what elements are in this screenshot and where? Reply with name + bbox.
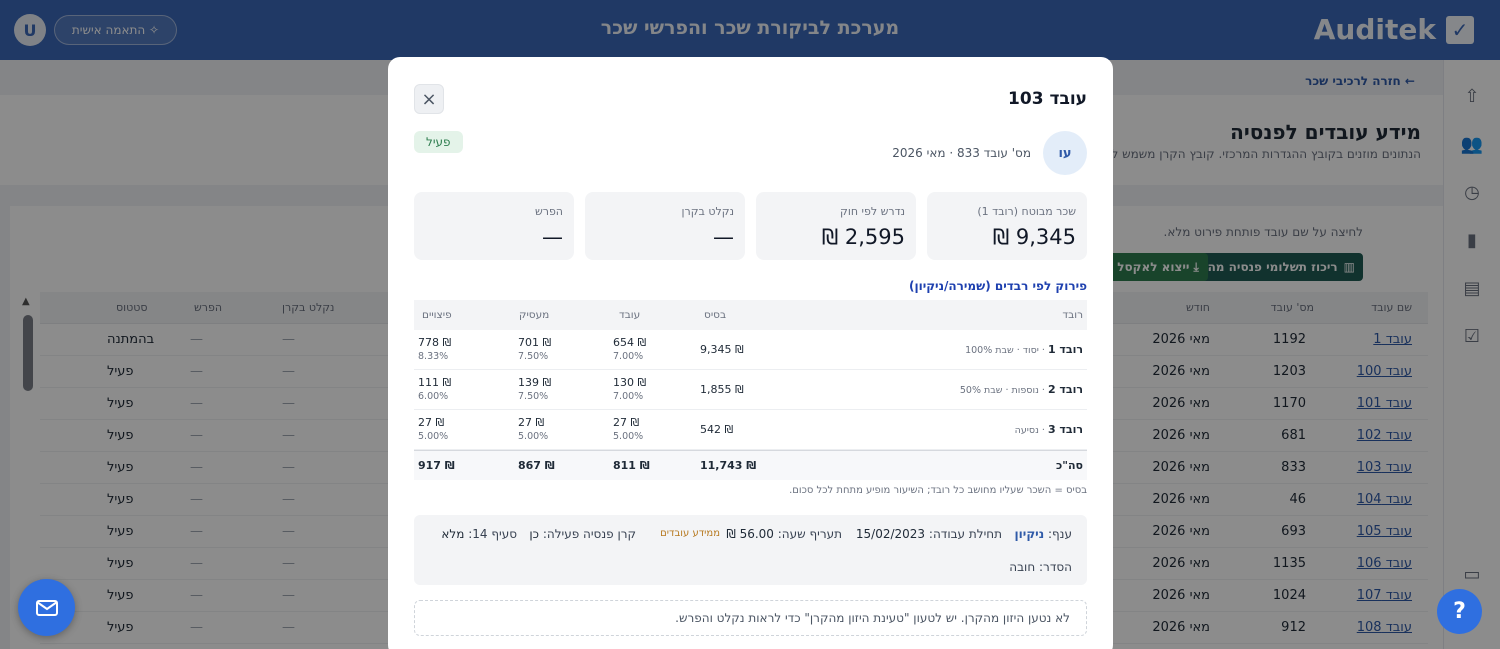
tier-employee: 130 ₪ 7.00% — [613, 376, 646, 402]
total-base: 11,743 ₪ — [700, 459, 757, 472]
info-arrangement: הסדר: חובה — [1009, 560, 1072, 574]
branch-label: ענף: — [1047, 527, 1072, 541]
stat-required: נדרש לפי חוק 2,595 ₪ — [756, 192, 916, 260]
tier-employee-amount: 130 ₪ — [613, 376, 647, 389]
close-icon[interactable]: × — [414, 84, 444, 114]
tier-severance: 778 ₪ 8.33% — [418, 336, 451, 362]
tier-total-row: סה"כ 11,743 ₪ 811 ₪ 867 ₪ 917 ₪ — [414, 450, 1087, 480]
modal-title: עובד 103 — [1008, 89, 1087, 109]
total-label: סה"כ — [1056, 459, 1083, 472]
tier-row: רובד 1 · יסוד · שבת 100% 9,345 ₪ 654 ₪ 7.00… — [414, 330, 1087, 370]
help-button[interactable]: ? — [1437, 589, 1482, 634]
start-value: 15/02/2023 — [855, 527, 926, 541]
mail-button[interactable] — [18, 579, 75, 636]
tier-employer-amount: 27 ₪ — [518, 416, 545, 429]
th-employer: מעסיק — [519, 309, 550, 321]
fund-value: כן — [529, 527, 539, 541]
tier-name: רובד 3 — [1047, 423, 1083, 436]
employee-avatar: עו — [1043, 131, 1087, 175]
tier-name: רובד 1 — [1047, 343, 1083, 356]
stat-value: — — [713, 225, 734, 249]
rate-label: תעריף שעה: — [777, 527, 842, 541]
tier-severance: 27 ₪ 5.00% — [418, 416, 448, 442]
tier-severance-amount: 111 ₪ — [418, 376, 452, 389]
stat-value: — — [542, 225, 563, 249]
arrangement-label: הסדר: — [1039, 560, 1072, 574]
tier-desc: · יסוד · שבת 100% — [965, 345, 1048, 356]
tier-severance-pct: 6.00% — [418, 391, 449, 402]
rate-value: 56.00 ₪ — [726, 527, 774, 541]
source-chip: ממידע עובדים — [660, 528, 720, 539]
tier-employer-amount: 701 ₪ — [518, 336, 552, 349]
tier-table-header: רובד בסיס עובד מעסיק פיצויים — [414, 300, 1087, 330]
tier-employer-pct: 5.00% — [518, 431, 549, 442]
fund-label: קרן פנסיה פעילה: — [542, 527, 636, 541]
tier-employer: 139 ₪ 7.50% — [518, 376, 551, 402]
stat-diff: הפרש — — [414, 192, 574, 260]
tier-employee-pct: 7.00% — [613, 391, 644, 402]
tier-severance-amount: 778 ₪ — [418, 336, 452, 349]
info-branch: ענף: ניקיון — [1015, 527, 1072, 541]
tier-employer-pct: 7.50% — [518, 351, 549, 362]
info-s14: סעיף 14: מלא — [441, 527, 517, 541]
s14-value: מלא — [441, 527, 465, 541]
info-fund: קרן פנסיה פעילה: כן — [529, 527, 636, 541]
tier-row: רובד 2 · נוספות · שבת 50% 1,855 ₪ 130 ₪ 7.0… — [414, 370, 1087, 410]
stat-insured-salary: שכר מבוטח (רובד 1) 9,345 ₪ — [927, 192, 1087, 260]
tier-base: 542 ₪ — [700, 423, 734, 436]
th-base: בסיס — [704, 309, 727, 321]
status-badge: פעיל — [414, 131, 463, 153]
tier-base: 1,855 ₪ — [700, 383, 744, 396]
tier-desc: · נוספות · שבת 50% — [959, 385, 1048, 396]
branch-value: ניקיון — [1014, 527, 1045, 541]
info-start: תחילת עבודה: 15/02/2023 — [856, 527, 1002, 541]
employee-modal: עובד 103 × עו מס' עובד 833 · מאי 2026 פע… — [388, 57, 1113, 649]
th-tier: רובד — [1062, 309, 1083, 321]
arrangement-value: חובה — [1009, 560, 1036, 574]
total-employee: 811 ₪ — [613, 459, 650, 472]
tier-employee-amount: 27 ₪ — [613, 416, 640, 429]
total-employer: 867 ₪ — [518, 459, 555, 472]
tier-severance: 111 ₪ 6.00% — [418, 376, 451, 402]
tier-severance-pct: 5.00% — [418, 431, 449, 442]
s14-label: סעיף 14: — [468, 527, 517, 541]
stat-value: 2,595 ₪ — [821, 225, 905, 249]
tier-base: 9,345 ₪ — [700, 343, 744, 356]
stat-label: שכר מבוטח (רובד 1) — [977, 205, 1076, 218]
tier-employer: 701 ₪ 7.50% — [518, 336, 551, 362]
employee-info-box: ענף: ניקיון תחילת עבודה: 15/02/2023 תערי… — [414, 515, 1087, 585]
stat-absorbed: נקלט בקרן — — [585, 192, 745, 260]
total-severance: 917 ₪ — [418, 459, 455, 472]
tier-employee: 27 ₪ 5.00% — [613, 416, 643, 442]
tier-row: רובד 3 · נסיעה 542 ₪ 27 ₪ 5.00% 27 ₪ 5.00% 27 … — [414, 410, 1087, 450]
tier-employer: 27 ₪ 5.00% — [518, 416, 548, 442]
tier-employer-pct: 7.50% — [518, 391, 549, 402]
stat-label: נקלט בקרן — [681, 205, 734, 218]
th-severance: פיצויים — [422, 309, 452, 321]
fund-feed-text: לא נטען היזון מהקרן. יש לטעון "טעינת היז… — [675, 611, 1070, 625]
tier-table: רובד בסיס עובד מעסיק פיצויים רובד 1 · יס… — [414, 300, 1087, 480]
tier-employee-pct: 5.00% — [613, 431, 644, 442]
tier-note: בסיס = השכר שעליו מחושב כל רובד; השיעור … — [789, 485, 1087, 496]
tier-employee-pct: 7.00% — [613, 351, 644, 362]
employee-meta: מס' עובד 833 · מאי 2026 — [892, 146, 1031, 160]
fund-feed-notice: לא נטען היזון מהקרן. יש לטעון "טעינת היז… — [414, 600, 1087, 636]
tier-severance-amount: 27 ₪ — [418, 416, 445, 429]
tier-desc: · נסיעה — [1014, 425, 1048, 436]
tier-section-title: פירוק לפי רבדים (שמירה/ניקיון) — [908, 279, 1087, 293]
stat-label: נדרש לפי חוק — [840, 205, 905, 218]
stat-label: הפרש — [534, 205, 563, 218]
start-label: תחילת עבודה: — [928, 527, 1002, 541]
th-employee: עובד — [619, 309, 641, 321]
tier-severance-pct: 8.33% — [418, 351, 449, 362]
tier-name: רובד 2 — [1047, 383, 1083, 396]
tier-employer-amount: 139 ₪ — [518, 376, 552, 389]
info-rate: תעריף שעה: 56.00 ₪ — [726, 527, 842, 541]
mail-icon — [35, 599, 58, 616]
tier-employee: 654 ₪ 7.00% — [613, 336, 646, 362]
stat-value: 9,345 ₪ — [992, 225, 1076, 249]
tier-employee-amount: 654 ₪ — [613, 336, 647, 349]
